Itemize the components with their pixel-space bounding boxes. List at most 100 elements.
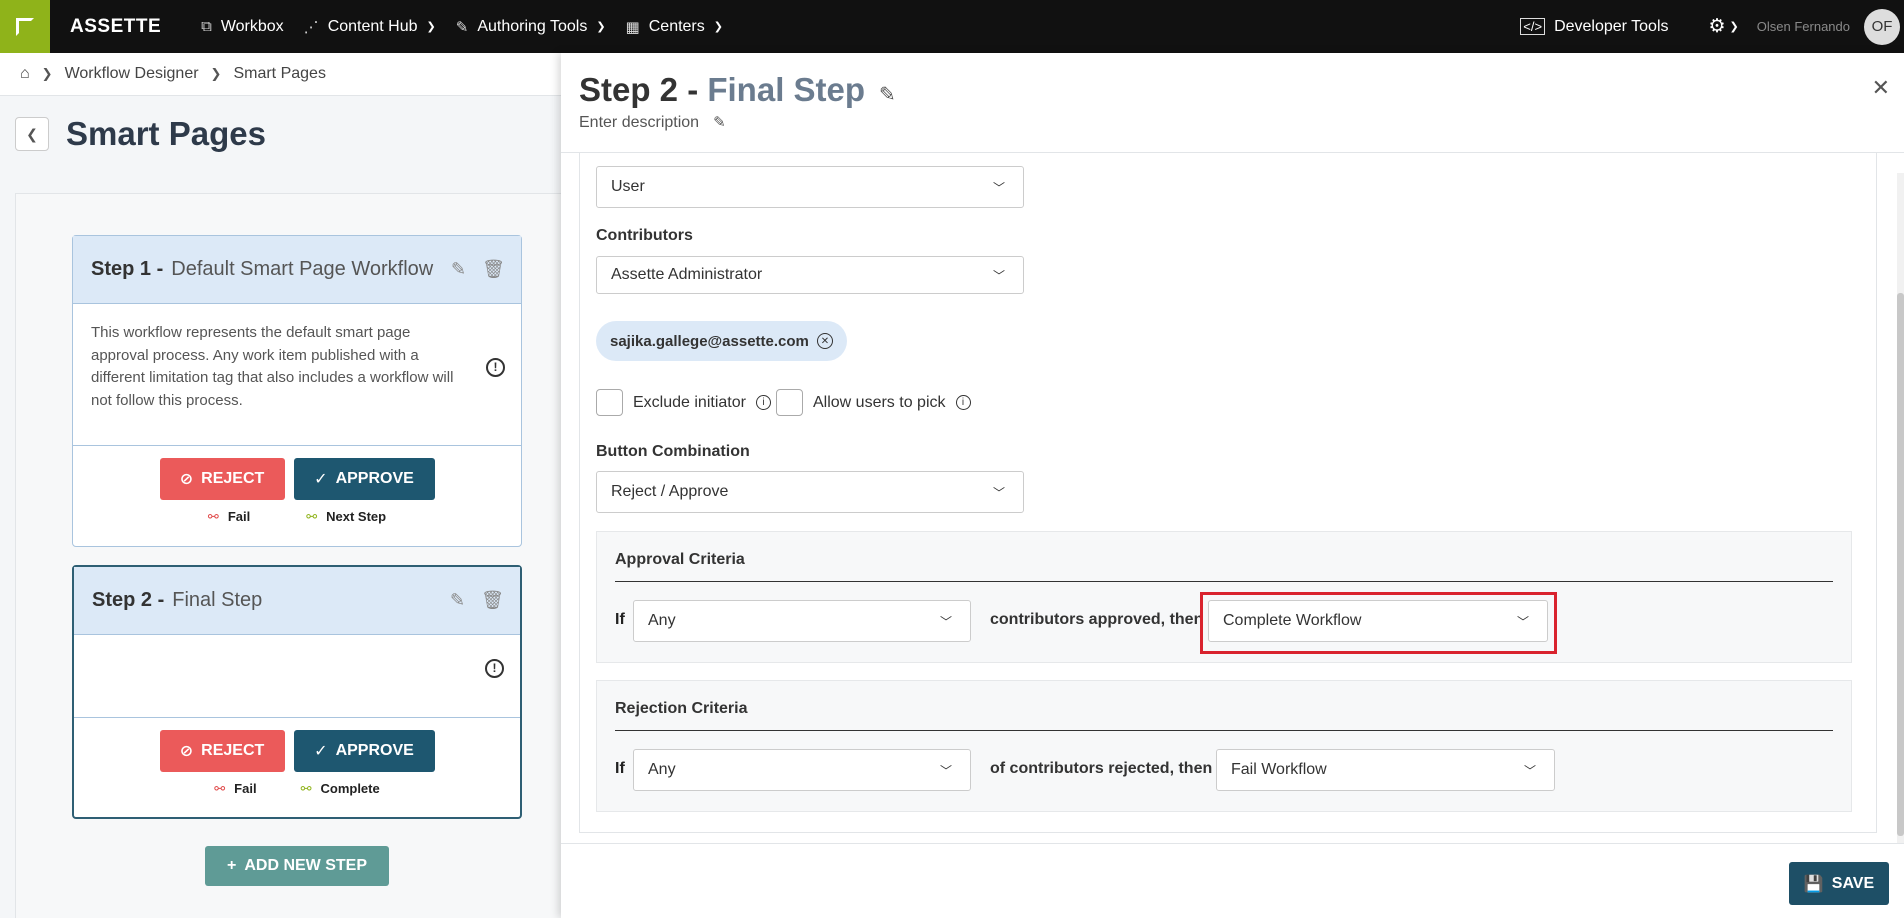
check-icon: ✓ — [314, 743, 328, 760]
save-button[interactable]: 💾 SAVE — [1789, 862, 1889, 905]
allow-users-checkbox[interactable]: Allow users to pick i — [776, 389, 971, 416]
close-icon[interactable]: ✕ — [1872, 75, 1890, 101]
scrollbar-thumb[interactable] — [1897, 293, 1904, 836]
code-icon: </> — [1520, 18, 1546, 35]
edit-icon: ✎ — [455, 18, 469, 36]
nav-workbox[interactable]: ⧉ Workbox — [201, 18, 284, 36]
panel-header: Step 2 - Final Step ✎ Enter description ✎ … — [561, 53, 1904, 153]
approve-button[interactable]: ✓ APPROVE — [293, 458, 435, 500]
trash-icon[interactable]: 🗑 — [482, 259, 505, 280]
gear-icon[interactable]: ⚙ — [1709, 15, 1726, 38]
reject-outcome: ⚯ Fail — [214, 781, 256, 797]
reject-button[interactable]: ⊘ REJECT — [159, 458, 285, 500]
pencil-icon[interactable]: ✎ — [713, 114, 726, 131]
chevron-down-icon[interactable]: ❯ — [1730, 20, 1739, 33]
approve-label: APPROVE — [335, 742, 414, 759]
contributors-value: Assette Administrator — [611, 266, 763, 283]
button-combination-select[interactable]: Reject / Approve ﹀ — [596, 471, 1024, 513]
exclude-initiator-checkbox[interactable]: Exclude initiator i — [596, 389, 771, 416]
page-title: Smart Pages — [66, 115, 266, 152]
reject-label: REJECT — [201, 470, 265, 487]
approval-count-select[interactable]: Any ﹀ — [633, 600, 971, 642]
developer-tools-link[interactable]: </> Developer Tools — [1520, 18, 1669, 36]
nav-content-hub[interactable]: ⋰ Content Hub ❯ — [304, 18, 436, 36]
step-card-2[interactable]: Step 2 - Final Step ✎ 🗑 ! ⊘ REJECT ✓ APP… — [72, 565, 522, 819]
rejection-action-value: Fail Workflow — [1231, 761, 1327, 778]
contributor-type-value: User — [611, 178, 645, 195]
pencil-icon[interactable]: ✎ — [879, 84, 896, 106]
nav-right: </> Developer Tools ⚙ ❯ Olsen Fernando O… — [1520, 0, 1904, 53]
panel-body: User ﹀ Contributors Assette Administrato… — [579, 153, 1877, 833]
building-icon: ▦ — [625, 18, 640, 36]
exclude-initiator-label: Exclude initiator — [633, 393, 746, 411]
nav-authoring-tools[interactable]: ✎ Authoring Tools ❯ — [456, 18, 606, 36]
user-name[interactable]: Olsen Fernando — [1757, 19, 1850, 34]
chevron-down-icon: ﹀ — [992, 268, 1005, 283]
approve-outcome-label: Next Step — [326, 509, 387, 524]
chevron-down-icon: ﹀ — [939, 763, 952, 778]
add-new-step-label: ADD NEW STEP — [244, 857, 367, 874]
nav-centers[interactable]: ▦ Centers ❯ — [626, 18, 723, 36]
chevron-down-icon: ❯ — [426, 21, 436, 33]
step-description: This workflow represents the default sma… — [73, 304, 521, 412]
info-icon[interactable]: i — [955, 395, 971, 410]
check-icon: ✓ — [314, 471, 328, 488]
chevron-right-icon: ❯ — [210, 66, 222, 81]
info-icon[interactable]: i — [755, 395, 771, 410]
reject-button[interactable]: ⊘ REJECT — [159, 730, 285, 772]
step-name: Default Smart Page Workflow — [171, 258, 434, 280]
rejection-count-select[interactable]: Any ﹀ — [633, 749, 971, 791]
assette-logo-icon[interactable] — [0, 0, 50, 53]
step-description-text: This workflow represents the default sma… — [91, 324, 454, 409]
approve-button[interactable]: ✓ APPROVE — [293, 730, 435, 772]
link-next-icon: ⚯ — [306, 509, 318, 524]
rejection-action-select[interactable]: Fail Workflow ﹀ — [1216, 749, 1555, 791]
step-header: Step 2 - Final Step ✎ 🗑 — [74, 567, 520, 635]
step-name: Final Step — [172, 589, 263, 611]
trash-icon[interactable]: 🗑 — [481, 590, 504, 611]
button-combination-label: Button Combination — [596, 443, 750, 460]
avatar[interactable]: OF — [1864, 8, 1900, 45]
back-button[interactable]: ❮ — [15, 117, 49, 151]
info-icon[interactable]: ! — [485, 659, 504, 678]
remove-icon[interactable]: ✕ — [816, 333, 833, 349]
approval-action-select[interactable]: Complete Workflow ﹀ — [1208, 600, 1548, 642]
rejection-if-label: If — [615, 760, 625, 777]
contributor-type-select[interactable]: User ﹀ — [596, 166, 1024, 208]
divider — [615, 730, 1833, 731]
info-icon[interactable]: ! — [486, 358, 505, 377]
approval-middle-text: contributors approved, then — [990, 611, 1204, 628]
link-fail-icon: ⚯ — [207, 509, 219, 524]
step-editor-panel: Step 2 - Final Step ✎ Enter description ✎ … — [561, 53, 1904, 918]
chevron-down-icon: ❯ — [596, 21, 606, 33]
breadcrumb-workflow-designer[interactable]: Workflow Designer — [65, 65, 199, 83]
nav-workbox-label: Workbox — [220, 17, 284, 35]
breadcrumb-smart-pages[interactable]: Smart Pages — [233, 65, 325, 83]
approve-outcome: ⚯ Complete — [301, 781, 380, 797]
home-icon[interactable]: ⌂ — [20, 65, 30, 83]
panel-description-text[interactable]: Enter description — [579, 114, 699, 131]
brand-name[interactable]: ASSETTE — [70, 16, 161, 38]
rejection-middle-text: of contributors rejected, then — [990, 760, 1213, 777]
link-complete-icon: ⚯ — [300, 781, 312, 796]
workbox-icon: ⧉ — [201, 18, 212, 35]
checkbox[interactable] — [776, 389, 803, 416]
step-description: ! — [74, 635, 520, 715]
contributors-select[interactable]: Assette Administrator ﹀ — [596, 256, 1024, 294]
page-title-row: ❮ Smart Pages — [15, 115, 266, 153]
checkbox[interactable] — [596, 389, 623, 416]
approve-outcome-label: Complete — [320, 781, 380, 796]
add-new-step-button[interactable]: + ADD NEW STEP — [205, 846, 389, 886]
nav-centers-label: Centers — [648, 17, 705, 35]
scrollbar[interactable] — [1897, 173, 1904, 850]
pencil-icon[interactable]: ✎ — [450, 590, 465, 611]
chevron-down-icon: ﹀ — [1516, 614, 1529, 629]
nav-content-hub-label: Content Hub — [327, 17, 418, 35]
chevron-left-icon: ❮ — [26, 125, 38, 142]
contributor-chip: sajika.gallege@assette.com ✕ — [596, 321, 847, 361]
pencil-icon[interactable]: ✎ — [451, 259, 466, 280]
reject-outcome-label: Fail — [227, 509, 251, 524]
step-card-1[interactable]: Step 1 - Default Smart Page Workflow ✎ 🗑… — [72, 235, 522, 547]
approve-label: APPROVE — [335, 470, 414, 487]
panel-description: Enter description ✎ — [579, 113, 726, 132]
